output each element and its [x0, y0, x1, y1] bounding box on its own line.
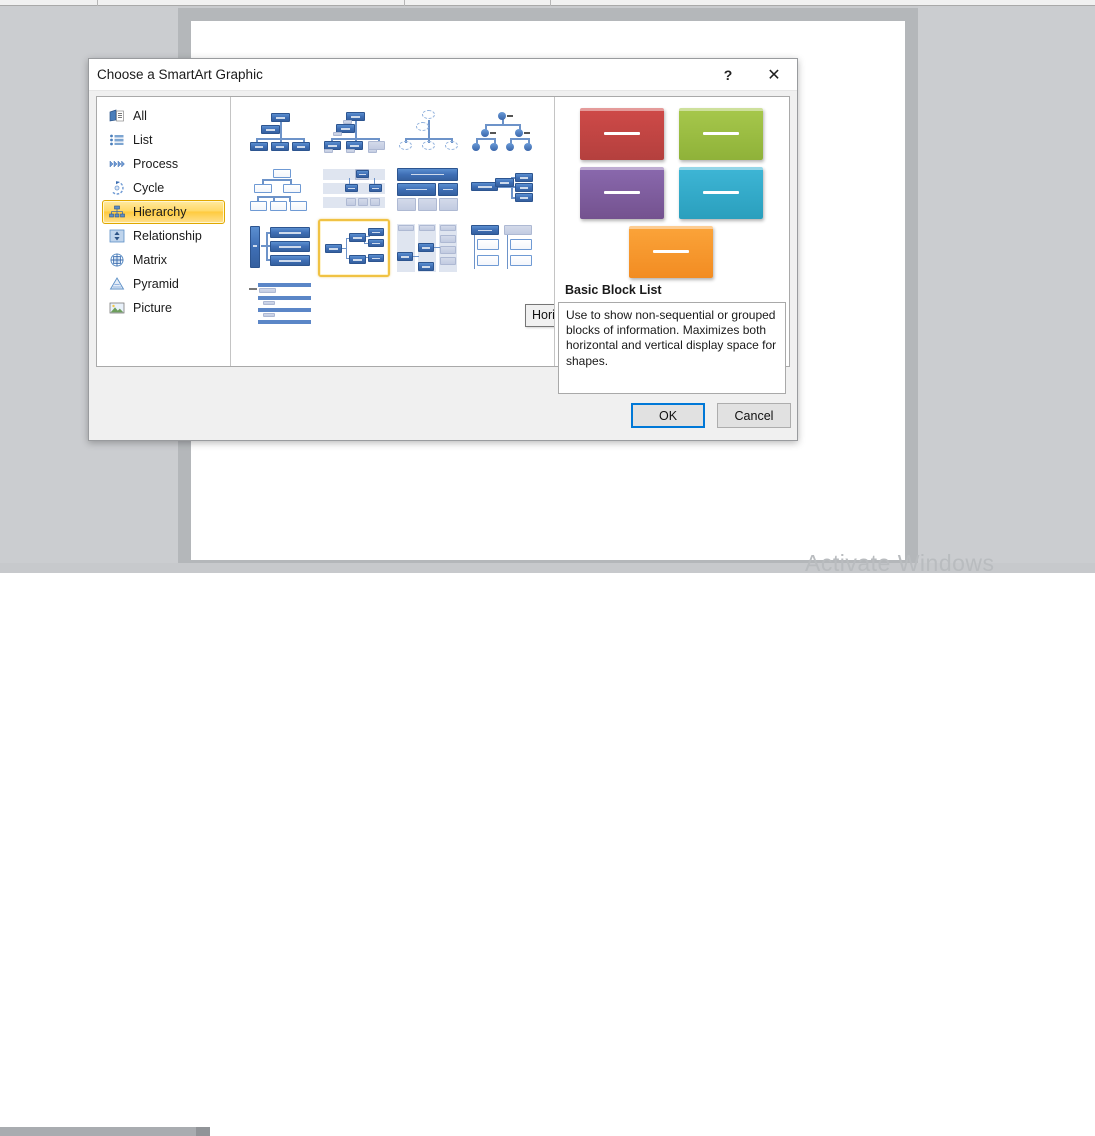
gallery-item-organization-chart[interactable] [244, 103, 316, 161]
scrollbar-arrow[interactable] [196, 1127, 210, 1136]
sidebar-item-label: Hierarchy [133, 206, 187, 219]
thumbnail-name-and-title-organization-chart [323, 108, 385, 156]
pyramid-icon [108, 276, 125, 293]
thumbnail-hierarchy-list [471, 108, 533, 156]
block-highlight [629, 226, 713, 229]
ok-button[interactable]: OK [631, 403, 705, 428]
dialog-title: Choose a SmartArt Graphic [97, 67, 263, 82]
hierarchy-icon [108, 204, 125, 221]
process-icon [108, 156, 125, 173]
matrix-icon [108, 252, 125, 269]
thumbnail-hierarchy [249, 166, 311, 214]
preview-block-green [679, 108, 763, 160]
gallery-item-hierarchy[interactable] [244, 161, 316, 219]
gallery-item-horizontal-multi-level-hierarchy[interactable] [466, 219, 538, 277]
sidebar-item-process[interactable]: Process [102, 152, 225, 176]
sidebar-item-pyramid[interactable]: Pyramid [102, 272, 225, 296]
sidebar-item-relationship[interactable]: Relationship [102, 224, 225, 248]
gallery-row [243, 161, 543, 219]
block-highlight [679, 167, 763, 170]
dialog-body: All List [96, 96, 790, 367]
thumbnail-horizontal-multi-level-hierarchy [471, 224, 533, 272]
thumbnail-architecture-layout [471, 166, 533, 214]
sidebar-item-label: Relationship [133, 230, 202, 243]
sidebar-item-label: Process [133, 158, 178, 171]
preview-block-cyan [679, 167, 763, 219]
thumbnail-horizontal-organization-chart [249, 224, 311, 272]
cancel-button[interactable]: Cancel [717, 403, 791, 428]
sidebar-item-picture[interactable]: Picture [102, 296, 225, 320]
all-icon [108, 108, 125, 125]
gallery-item-lined-list[interactable] [244, 277, 316, 335]
preview-description: Use to show non-sequential or grouped bl… [558, 302, 786, 394]
workspace-right-rail [918, 6, 1095, 573]
sidebar-item-all[interactable]: All [102, 104, 225, 128]
gallery-grid [243, 103, 543, 335]
thumbnail-horizontal-hierarchy [323, 224, 385, 272]
gallery-item-architecture-layout[interactable] [466, 161, 538, 219]
preview-panel: Basic Block List Use to show non-sequent… [555, 97, 789, 366]
gallery-tooltip: Horizontal Hierarchy [525, 304, 555, 327]
preview-block-purple [580, 167, 664, 219]
relationship-icon [108, 228, 125, 245]
dialog-titlebar[interactable]: Choose a SmartArt Graphic ? ✕ [89, 59, 797, 91]
gallery-row [243, 103, 543, 161]
scrollbar-thumb[interactable] [0, 1127, 196, 1136]
help-icon[interactable]: ? [707, 59, 749, 90]
block-dash [604, 132, 641, 135]
cycle-icon [108, 180, 125, 197]
gallery-item-horizontal-organization-chart[interactable] [244, 219, 316, 277]
ribbon-divider [550, 0, 551, 6]
ribbon-divider [97, 0, 98, 6]
dialog-footer: OK Cancel [89, 394, 797, 440]
ribbon-strip [0, 0, 1095, 6]
sidebar-item-label: List [133, 134, 152, 147]
preview-block-red [580, 108, 664, 160]
thumbnail-circle-picture-hierarchy [397, 108, 459, 156]
gallery-row [243, 277, 543, 335]
thumbnail-table-hierarchy [397, 166, 459, 214]
category-list: All List [97, 97, 231, 366]
gallery-item-horizontal-hierarchy[interactable] [318, 219, 390, 277]
list-icon [108, 132, 125, 149]
preview-block-orange [629, 226, 713, 278]
preview-caption: Basic Block List [565, 283, 662, 297]
block-highlight [679, 108, 763, 111]
picture-icon [108, 300, 125, 317]
thumbnail-labeled-hierarchy [323, 166, 385, 214]
block-highlight [580, 108, 664, 111]
block-dash [653, 250, 690, 253]
smartart-gallery[interactable]: Horizontal Hierarchy [231, 97, 555, 366]
gallery-row [243, 219, 543, 277]
thumbnail-lined-list [249, 282, 311, 330]
sidebar-item-label: Pyramid [133, 278, 179, 291]
block-dash [703, 191, 740, 194]
sidebar-item-matrix[interactable]: Matrix [102, 248, 225, 272]
thumbnail-organization-chart [249, 108, 311, 156]
sidebar-item-label: Cycle [133, 182, 164, 195]
sidebar-item-label: All [133, 110, 147, 123]
sidebar-item-label: Matrix [133, 254, 167, 267]
gallery-item-hierarchy-list[interactable] [466, 103, 538, 161]
block-dash [703, 132, 740, 135]
sidebar-item-hierarchy[interactable]: Hierarchy [102, 200, 225, 224]
gallery-item-name-and-title-organization-chart[interactable] [318, 103, 390, 161]
thumbnail-horizontal-labeled-hierarchy [397, 224, 459, 272]
gallery-item-table-hierarchy[interactable] [392, 161, 464, 219]
block-highlight [580, 167, 664, 170]
gallery-item-circle-picture-hierarchy[interactable] [392, 103, 464, 161]
sidebar-item-cycle[interactable]: Cycle [102, 176, 225, 200]
choose-smartart-graphic-dialog: Choose a SmartArt Graphic ? ✕ All [88, 58, 798, 441]
gallery-item-horizontal-labeled-hierarchy[interactable] [392, 219, 464, 277]
ribbon-divider [404, 0, 405, 6]
preview-blocks [555, 108, 789, 278]
sidebar-item-list[interactable]: List [102, 128, 225, 152]
close-icon[interactable]: ✕ [753, 59, 795, 90]
block-dash [604, 191, 641, 194]
gallery-item-labeled-hierarchy[interactable] [318, 161, 390, 219]
sidebar-item-label: Picture [133, 302, 172, 315]
